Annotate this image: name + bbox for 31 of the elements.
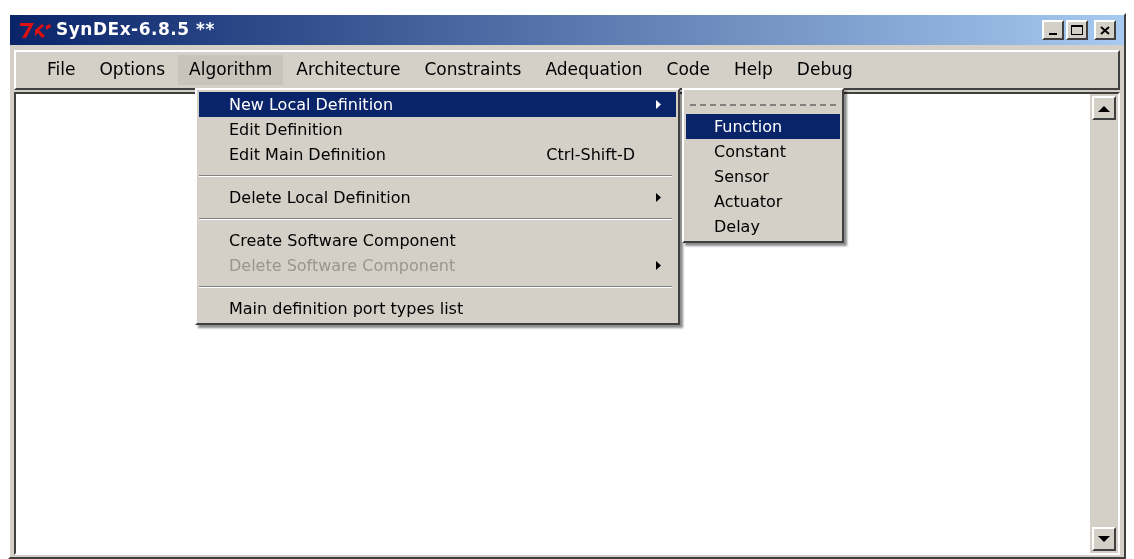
menu-bar-item[interactable]: Options (88, 55, 177, 85)
menu-item[interactable]: Delay (686, 214, 840, 239)
close-button[interactable] (1094, 20, 1116, 40)
menu-item[interactable]: Edit Definition (199, 117, 676, 142)
up-arrow-icon (1098, 104, 1110, 112)
menu-bar-item[interactable]: File (36, 55, 87, 85)
menu-bar-item[interactable]: Adequation (534, 55, 654, 85)
menu-bar-item[interactable]: Code (655, 55, 722, 85)
menu-item[interactable]: Actuator (686, 189, 840, 214)
menu-item[interactable]: Create Software Component (199, 228, 676, 253)
app-logo-icon (18, 20, 52, 40)
menu-item[interactable]: Delete Local Definition (199, 185, 676, 210)
menu-bar-item[interactable]: Constraints (413, 55, 533, 85)
vertical-scrollbar[interactable] (1090, 94, 1118, 553)
menu-bar-item[interactable]: Help (723, 55, 784, 85)
scroll-down-button[interactable] (1092, 527, 1116, 551)
menu-item[interactable]: Main definition port types list (199, 296, 676, 321)
menu-item[interactable]: Constant (686, 139, 840, 164)
menu-item[interactable]: Function (686, 114, 840, 139)
down-arrow-icon (1098, 535, 1110, 543)
minimize-button[interactable] (1042, 20, 1064, 40)
menu-item[interactable]: Edit Main Definition Ctrl-Shift-D (199, 142, 676, 167)
menu-bar-item[interactable]: Architecture (285, 55, 412, 85)
close-icon (1100, 25, 1110, 35)
menu-bar-item[interactable]: Debug (785, 55, 864, 85)
window-title: SynDEx-6.8.5 ** (56, 18, 215, 42)
scroll-up-button[interactable] (1092, 96, 1116, 120)
menu-item[interactable]: Sensor (686, 164, 840, 189)
maximize-button[interactable] (1066, 20, 1088, 40)
menu-item[interactable]: New Local Definition (199, 92, 676, 117)
menu-bar-item[interactable]: Algorithm (178, 55, 284, 85)
